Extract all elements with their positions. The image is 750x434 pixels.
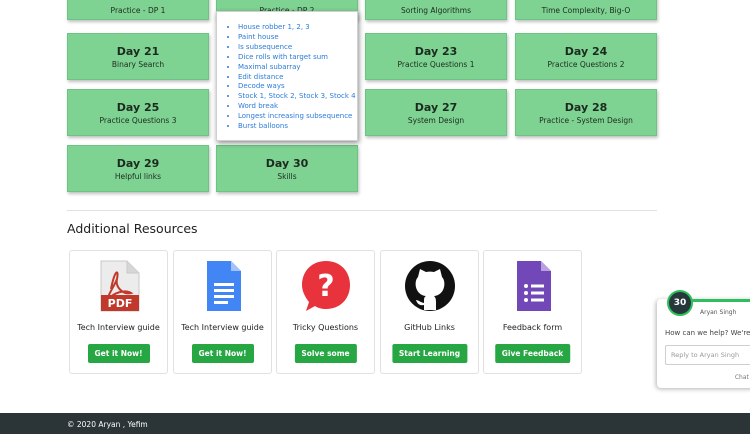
day-tile-title: Day 27 [414, 101, 458, 114]
topic-link[interactable]: Decode ways [238, 82, 351, 92]
day-tile-24[interactable]: Day 24 Practice Questions 2 [515, 33, 657, 80]
day-tile-dp1[interactable]: Practice - DP 1 [67, 0, 209, 20]
day-tile-subtitle: Binary Search [111, 60, 165, 69]
day-tile-subtitle: Skills [277, 172, 297, 181]
footer-copyright: © 2020 Aryan , Yefim [67, 420, 148, 429]
topic-link[interactable]: Stock 1, Stock 2, Stock 3, Stock 4 [238, 92, 356, 102]
day-tile-title: Day 30 [265, 157, 309, 170]
day-tile-sorting[interactable]: Sorting Algorithms [365, 0, 507, 20]
resource-card-github: GitHub Links Start Learning [380, 250, 479, 374]
day-tile-subtitle: Helpful links [114, 172, 162, 181]
github-icon [404, 261, 455, 311]
resource-title: GitHub Links [404, 323, 455, 332]
chat-brand-label: Chat [734, 374, 749, 381]
give-feedback-button[interactable]: Give Feedback [494, 344, 571, 363]
resource-card-questions: ? Tricky Questions Solve some [276, 250, 375, 374]
topic-link[interactable]: Longest increasing subsequence [238, 112, 352, 122]
day-tile-27[interactable]: Day 27 System Design [365, 89, 507, 136]
day-tile-subtitle: Practice Questions 2 [547, 60, 625, 69]
topic-link[interactable]: Edit distance [238, 73, 351, 83]
day-tile-title: Day 28 [564, 101, 608, 114]
solve-some-button[interactable]: Solve some [294, 344, 357, 363]
resource-title: Tech Interview guide [181, 323, 264, 332]
chat-prompt: How can we help? We're h [665, 329, 750, 337]
topic-link[interactable]: Dice rolls with target sum [238, 53, 351, 63]
day-tile-29[interactable]: Day 29 Helpful links [67, 145, 209, 192]
day-tile-subtitle: Practice Questions 3 [99, 116, 177, 125]
day-tile-subtitle: System Design [407, 116, 465, 125]
day-tile-title: Day 25 [116, 101, 160, 114]
topic-popup: House robber 1, 2, 3 Paint house Is subs… [216, 11, 358, 141]
resources-heading: Additional Resources [67, 221, 198, 236]
day-tile-subtitle: Practice - DP 1 [110, 6, 166, 15]
resource-title: Feedback form [502, 323, 563, 332]
resource-title: Tech Interview guide [77, 323, 160, 332]
svg-text:PDF: PDF [107, 297, 132, 310]
day-tile-23[interactable]: Day 23 Practice Questions 1 [365, 33, 507, 80]
get-it-now-button[interactable]: Get it Now! [87, 344, 150, 363]
day-tile-title: Day 29 [116, 157, 160, 170]
chat-reply-input[interactable]: Reply to Aryan Singh [665, 345, 750, 365]
day-tile-30[interactable]: Day 30 Skills [216, 145, 358, 192]
day-tile-title: Day 23 [414, 45, 458, 58]
resource-card-docs: Tech Interview guide Get it Now! [173, 250, 272, 374]
topic-link[interactable]: Is subsequence [238, 43, 351, 53]
topic-link[interactable]: Paint house [238, 33, 351, 43]
question-bubble-icon: ? [301, 261, 350, 311]
day-tile-subtitle: Sorting Algorithms [401, 6, 471, 15]
day-tile-21[interactable]: Day 21 Binary Search [67, 33, 209, 80]
day-tile-28[interactable]: Day 28 Practice - System Design [515, 89, 657, 136]
topic-list: House robber 1, 2, 3 Paint house Is subs… [227, 23, 356, 132]
page: Practice - DP 1 Practice - DP 2 Sorting … [0, 0, 750, 434]
get-it-now-button[interactable]: Get it Now! [191, 344, 254, 363]
day-tile-title: Day 24 [564, 45, 608, 58]
chat-widget[interactable]: 30 Aryan Singh How can we help? We're h … [657, 290, 750, 388]
topic-link[interactable]: House robber 1, 2, 3 [238, 23, 351, 33]
chat-agent-name: Aryan Singh [700, 309, 737, 316]
avatar: 30 [667, 290, 693, 316]
resource-card-pdf: PDF Tech Interview guide Get it Now! [69, 250, 168, 374]
footer: © 2020 Aryan , Yefim [0, 413, 750, 434]
resource-card-feedback: Feedback form Give Feedback [483, 250, 582, 374]
resource-title: Tricky Questions [292, 323, 359, 332]
day-tile-title: Day 21 [116, 45, 160, 58]
day-tile-complexity[interactable]: Time Complexity, Big-O [515, 0, 657, 20]
topic-link[interactable]: Burst balloons [238, 122, 351, 132]
avatar-label: 30 [673, 298, 687, 308]
chat-brand: Chat ⚡ [735, 374, 750, 381]
topic-link[interactable]: Maximal subarray [238, 63, 351, 73]
topic-link[interactable]: Word break [238, 102, 351, 112]
start-learning-button[interactable]: Start Learning [391, 344, 468, 363]
google-docs-icon [206, 261, 241, 311]
day-tile-25[interactable]: Day 25 Practice Questions 3 [67, 89, 209, 136]
day-tile-subtitle: Practice - System Design [539, 116, 633, 125]
svg-text:?: ? [317, 269, 334, 304]
google-forms-icon [516, 261, 551, 311]
day-tile-subtitle: Practice Questions 1 [397, 60, 475, 69]
day-tile-subtitle: Time Complexity, Big-O [541, 6, 631, 15]
pdf-icon: PDF [100, 260, 139, 312]
section-divider [67, 210, 657, 211]
